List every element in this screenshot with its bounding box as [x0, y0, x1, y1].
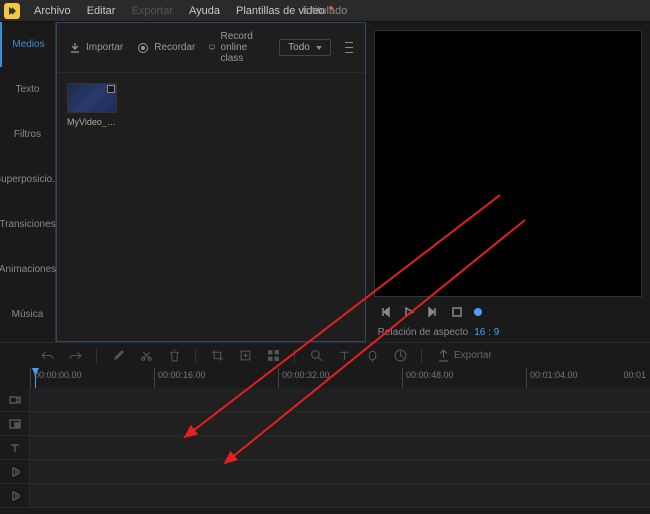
- tab-transiciones[interactable]: Transiciones: [0, 202, 55, 247]
- media-item[interactable]: MyVideo_2...: [67, 83, 117, 127]
- menu-editar[interactable]: Editar: [79, 5, 124, 17]
- media-grid: MyVideo_2...: [57, 73, 365, 341]
- aspect-ratio-row: Relación de aspecto 16 : 9: [374, 323, 642, 342]
- speed-button[interactable]: [393, 349, 407, 363]
- checkbox[interactable]: [107, 85, 115, 93]
- pip-track-icon[interactable]: [0, 412, 30, 435]
- import-label: Importar: [86, 42, 123, 53]
- record-online-button[interactable]: Record online class: [209, 31, 265, 64]
- media-toolbar: Importar Recordar Record online class To…: [57, 23, 365, 73]
- export-icon: [436, 349, 450, 363]
- audio-track-icon[interactable]: [0, 484, 30, 507]
- separator: [421, 349, 422, 363]
- export-button[interactable]: Exportar: [436, 349, 492, 363]
- ruler-mark: 00:00:16.00: [154, 368, 278, 388]
- track-body[interactable]: [30, 412, 650, 435]
- track-body[interactable]: [30, 484, 650, 507]
- preview-area: Relación de aspecto 16 : 9: [366, 22, 650, 342]
- track-body[interactable]: [30, 460, 650, 483]
- aspect-label: Relación de aspecto: [378, 327, 469, 338]
- chevron-down-icon: [316, 46, 322, 50]
- timeline-toolbar: Exportar: [0, 342, 650, 368]
- media-label: MyVideo_2...: [67, 117, 117, 127]
- record-icon: [137, 42, 149, 54]
- audio-track-2[interactable]: [0, 484, 650, 508]
- track-body[interactable]: [30, 388, 650, 411]
- left-tabs: MediosTextoFiltrosSuperposicio...Transic…: [0, 22, 56, 342]
- audio-track-icon[interactable]: [0, 460, 30, 483]
- timeline-tracks: [0, 388, 650, 508]
- aspect-value[interactable]: 16 : 9: [474, 327, 499, 338]
- audio-track[interactable]: [0, 460, 650, 484]
- menu-archivo[interactable]: Archivo: [26, 5, 79, 17]
- ruler-mark: 00:00:00.00: [30, 368, 154, 388]
- ruler-mark: 00:01:04.00: [526, 368, 650, 388]
- volume-indicator[interactable]: [474, 308, 482, 316]
- text-button[interactable]: [337, 349, 351, 363]
- ruler-mark: 00:00:32.00: [278, 368, 402, 388]
- audio-button[interactable]: [365, 349, 379, 363]
- main-area: MediosTextoFiltrosSuperposicio...Transic…: [0, 22, 650, 342]
- stop-button[interactable]: [450, 305, 464, 319]
- mosaic-button[interactable]: [266, 349, 280, 363]
- preview-controls: [374, 297, 642, 323]
- app-logo: [4, 3, 20, 19]
- list-view-toggle[interactable]: [345, 41, 352, 55]
- ruler-mark: 00:00:48.00: [402, 368, 526, 388]
- record-button[interactable]: Recordar: [137, 42, 195, 54]
- record-online-label: Record online class: [221, 31, 266, 64]
- tab-superposicio-[interactable]: Superposicio...: [0, 157, 55, 202]
- pip-track[interactable]: [0, 412, 650, 436]
- prev-frame-button[interactable]: [378, 305, 392, 319]
- media-thumbnail: [67, 83, 117, 113]
- tab-filtros[interactable]: Filtros: [0, 112, 55, 157]
- separator: [294, 349, 295, 363]
- add-media-button[interactable]: [238, 349, 252, 363]
- tab-texto[interactable]: Texto: [0, 67, 55, 112]
- delete-button[interactable]: [167, 349, 181, 363]
- media-panel: Importar Recordar Record online class To…: [56, 22, 366, 342]
- preview-screen[interactable]: [374, 30, 642, 297]
- tab-medios[interactable]: Medios: [0, 22, 55, 67]
- menu-ayuda[interactable]: Ayuda: [181, 5, 228, 17]
- menubar: ArchivoEditarExportarAyudaPlantillas de …: [0, 0, 650, 22]
- crop-button[interactable]: [210, 349, 224, 363]
- play-button[interactable]: [402, 305, 416, 319]
- export-label: Exportar: [454, 350, 492, 361]
- next-frame-button[interactable]: [426, 305, 440, 319]
- import-button[interactable]: Importar: [69, 42, 123, 54]
- menu-exportar[interactable]: Exportar: [123, 5, 181, 17]
- timeline-ruler[interactable]: 00:01 00:00:00.0000:00:16.0000:00:32.000…: [0, 368, 650, 388]
- edit-button[interactable]: [111, 349, 125, 363]
- filter-dropdown[interactable]: Todo: [279, 39, 331, 56]
- dropdown-selected: Todo: [288, 42, 310, 53]
- video-track[interactable]: [0, 388, 650, 412]
- tab-m-sica[interactable]: Música: [0, 292, 55, 337]
- zoom-button[interactable]: [309, 349, 323, 363]
- separator: [195, 349, 196, 363]
- tab-animaciones[interactable]: Animaciones: [0, 247, 55, 292]
- video-track-icon[interactable]: [0, 388, 30, 411]
- redo-button[interactable]: [68, 349, 82, 363]
- track-body[interactable]: [30, 436, 650, 459]
- import-icon: [69, 42, 81, 54]
- text-track[interactable]: [0, 436, 650, 460]
- separator: [96, 349, 97, 363]
- cut-button[interactable]: [139, 349, 153, 363]
- window-title: Intitulado: [303, 5, 348, 17]
- screen-icon: [209, 42, 215, 54]
- record-label: Recordar: [154, 42, 195, 53]
- text-track-icon[interactable]: [0, 436, 30, 459]
- undo-button[interactable]: [40, 349, 54, 363]
